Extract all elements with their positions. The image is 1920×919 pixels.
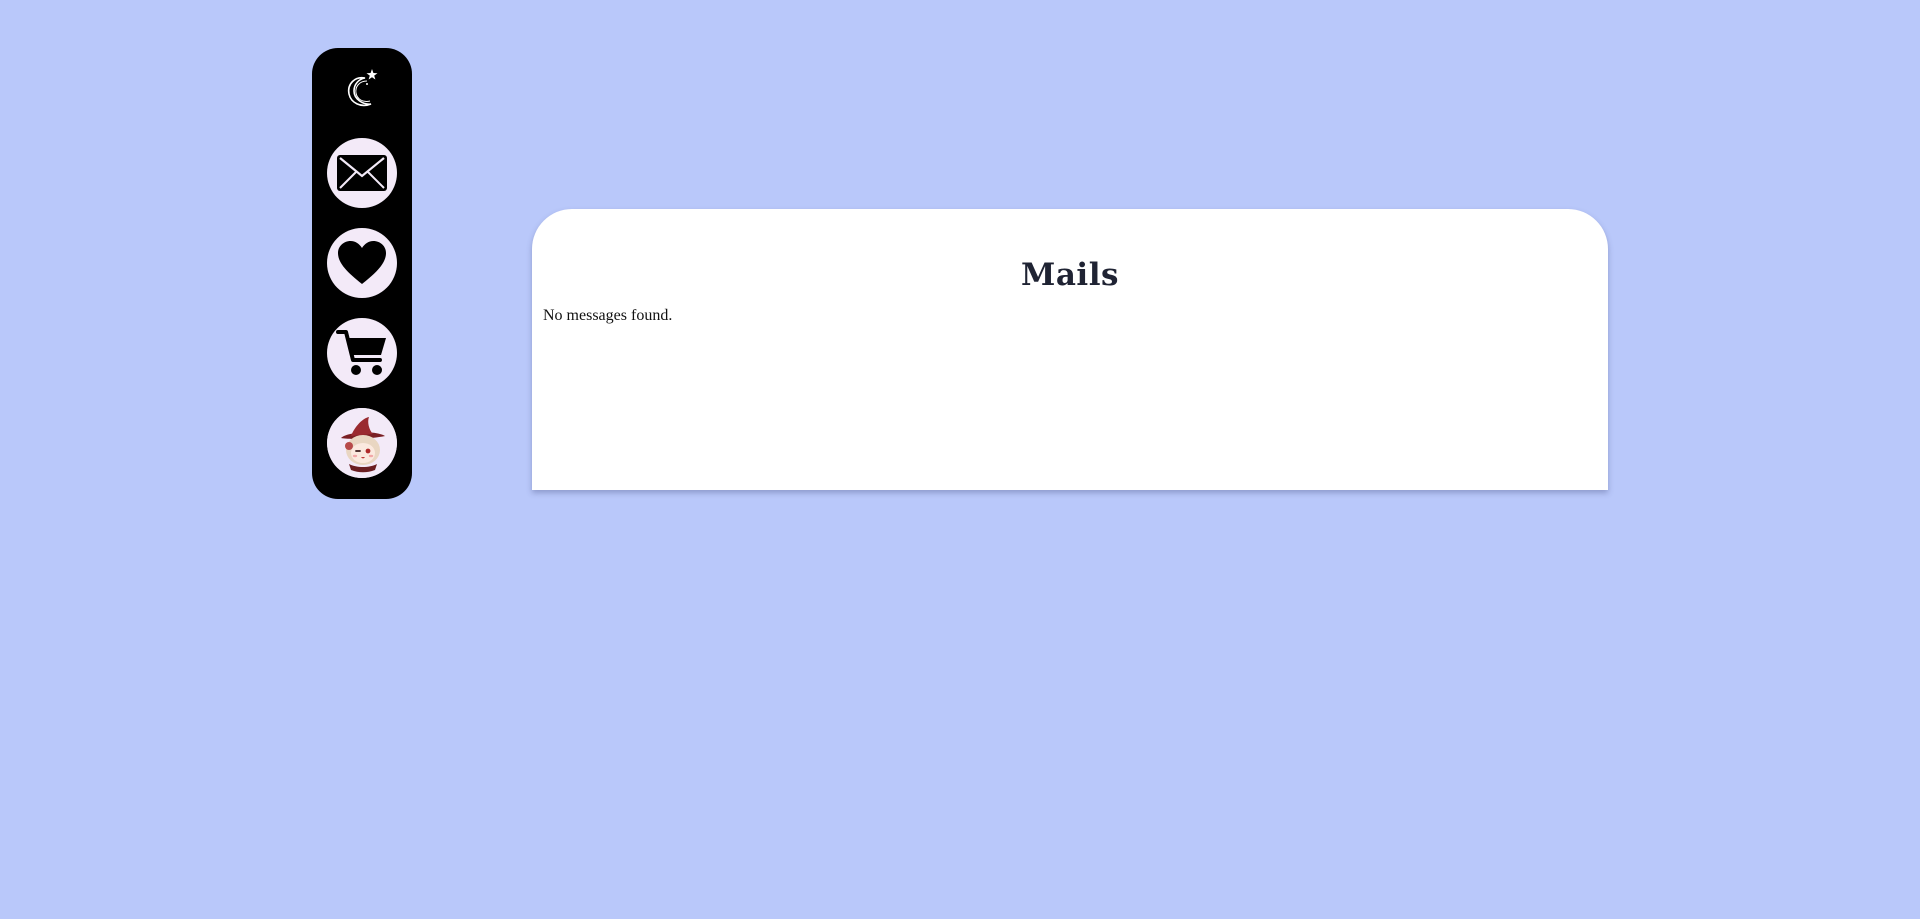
mail-icon bbox=[337, 155, 387, 191]
page-title: Mails bbox=[1021, 257, 1119, 293]
sidebar-item-cart[interactable] bbox=[327, 318, 397, 388]
mails-panel: Mails No messages found. bbox=[532, 209, 1608, 490]
crescent-moon-logo-icon[interactable] bbox=[343, 66, 381, 110]
sidebar bbox=[312, 48, 412, 499]
sidebar-item-profile[interactable] bbox=[327, 408, 397, 478]
heart-icon bbox=[338, 241, 386, 284]
empty-state-message: No messages found. bbox=[543, 307, 673, 324]
sidebar-item-mails[interactable] bbox=[327, 138, 397, 208]
avatar bbox=[327, 408, 397, 478]
cart-icon bbox=[336, 330, 386, 375]
sidebar-item-favorites[interactable] bbox=[327, 228, 397, 298]
